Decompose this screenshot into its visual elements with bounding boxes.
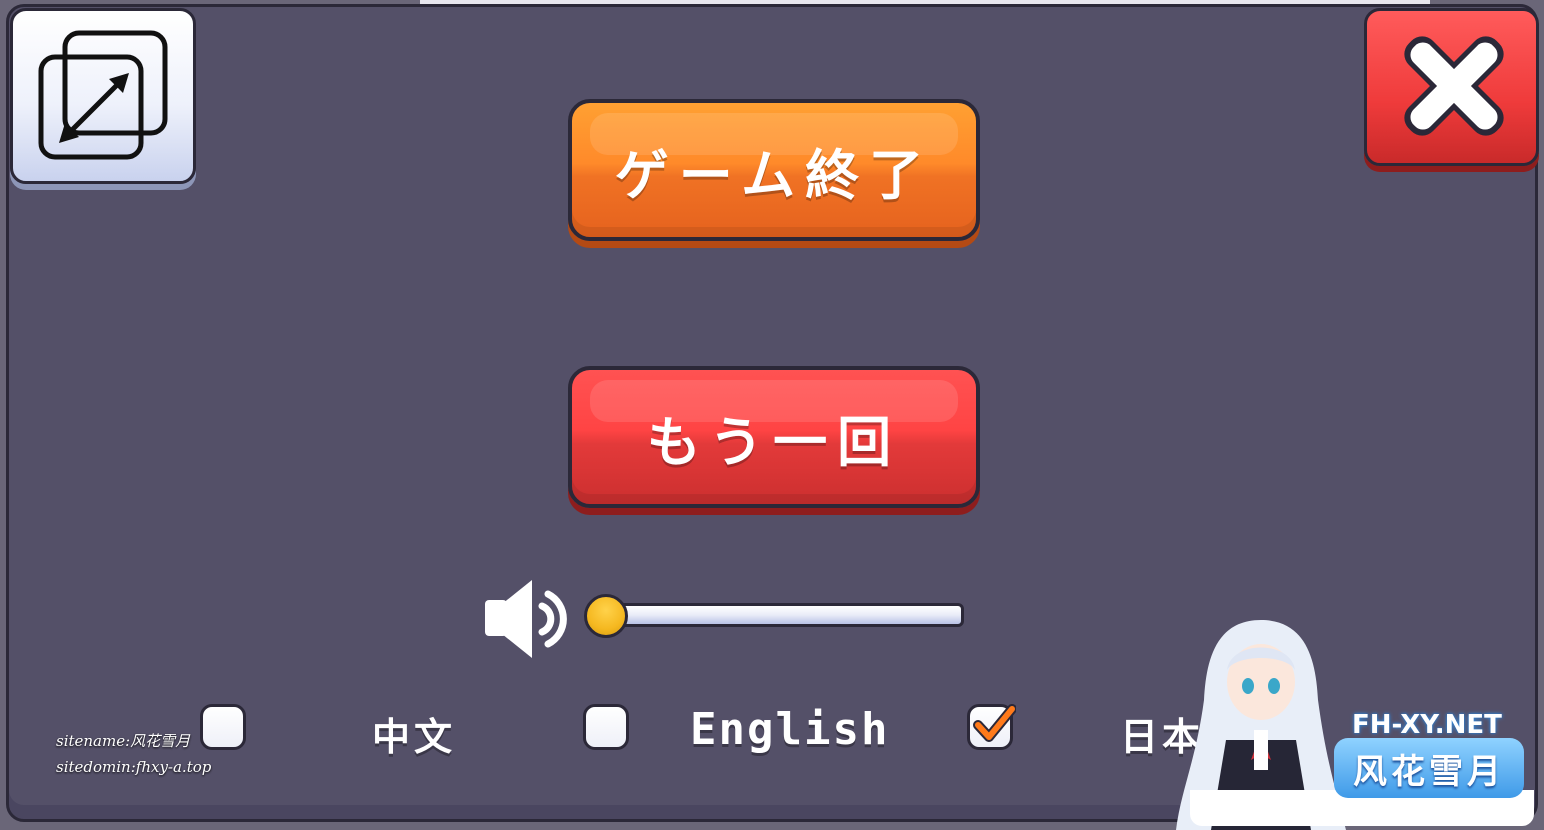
language-checkbox-japanese[interactable] bbox=[967, 704, 1016, 750]
watermark-sitename: sitename:风花雪月 bbox=[56, 732, 191, 750]
resize-window-icon bbox=[38, 30, 168, 160]
watermark-sitedomain: sitedomin:fhxy-a.top bbox=[56, 758, 212, 776]
quit-game-button[interactable]: ゲーム終了 bbox=[568, 99, 980, 241]
volume-slider-knob[interactable] bbox=[584, 594, 628, 638]
quit-game-label: ゲーム終了 bbox=[614, 143, 934, 207]
language-label-chinese: 中文 bbox=[372, 715, 457, 759]
close-button[interactable] bbox=[1364, 8, 1539, 166]
language-checkbox-chinese[interactable] bbox=[200, 704, 246, 750]
retry-button[interactable]: もう一回 bbox=[568, 366, 980, 508]
checkmark-icon bbox=[973, 704, 1016, 742]
language-label-english: English bbox=[690, 704, 890, 755]
watermark-logo: 风花雪月 bbox=[1334, 738, 1524, 798]
retry-label: もう一回 bbox=[646, 410, 902, 474]
close-x-icon bbox=[1404, 36, 1504, 136]
watermark-domain: FH-XY.NET bbox=[1352, 710, 1502, 740]
language-checkbox-english[interactable] bbox=[583, 704, 629, 750]
volume-slider-track[interactable] bbox=[606, 603, 964, 627]
resize-window-button[interactable] bbox=[10, 8, 196, 184]
speaker-volume-icon bbox=[485, 580, 567, 658]
